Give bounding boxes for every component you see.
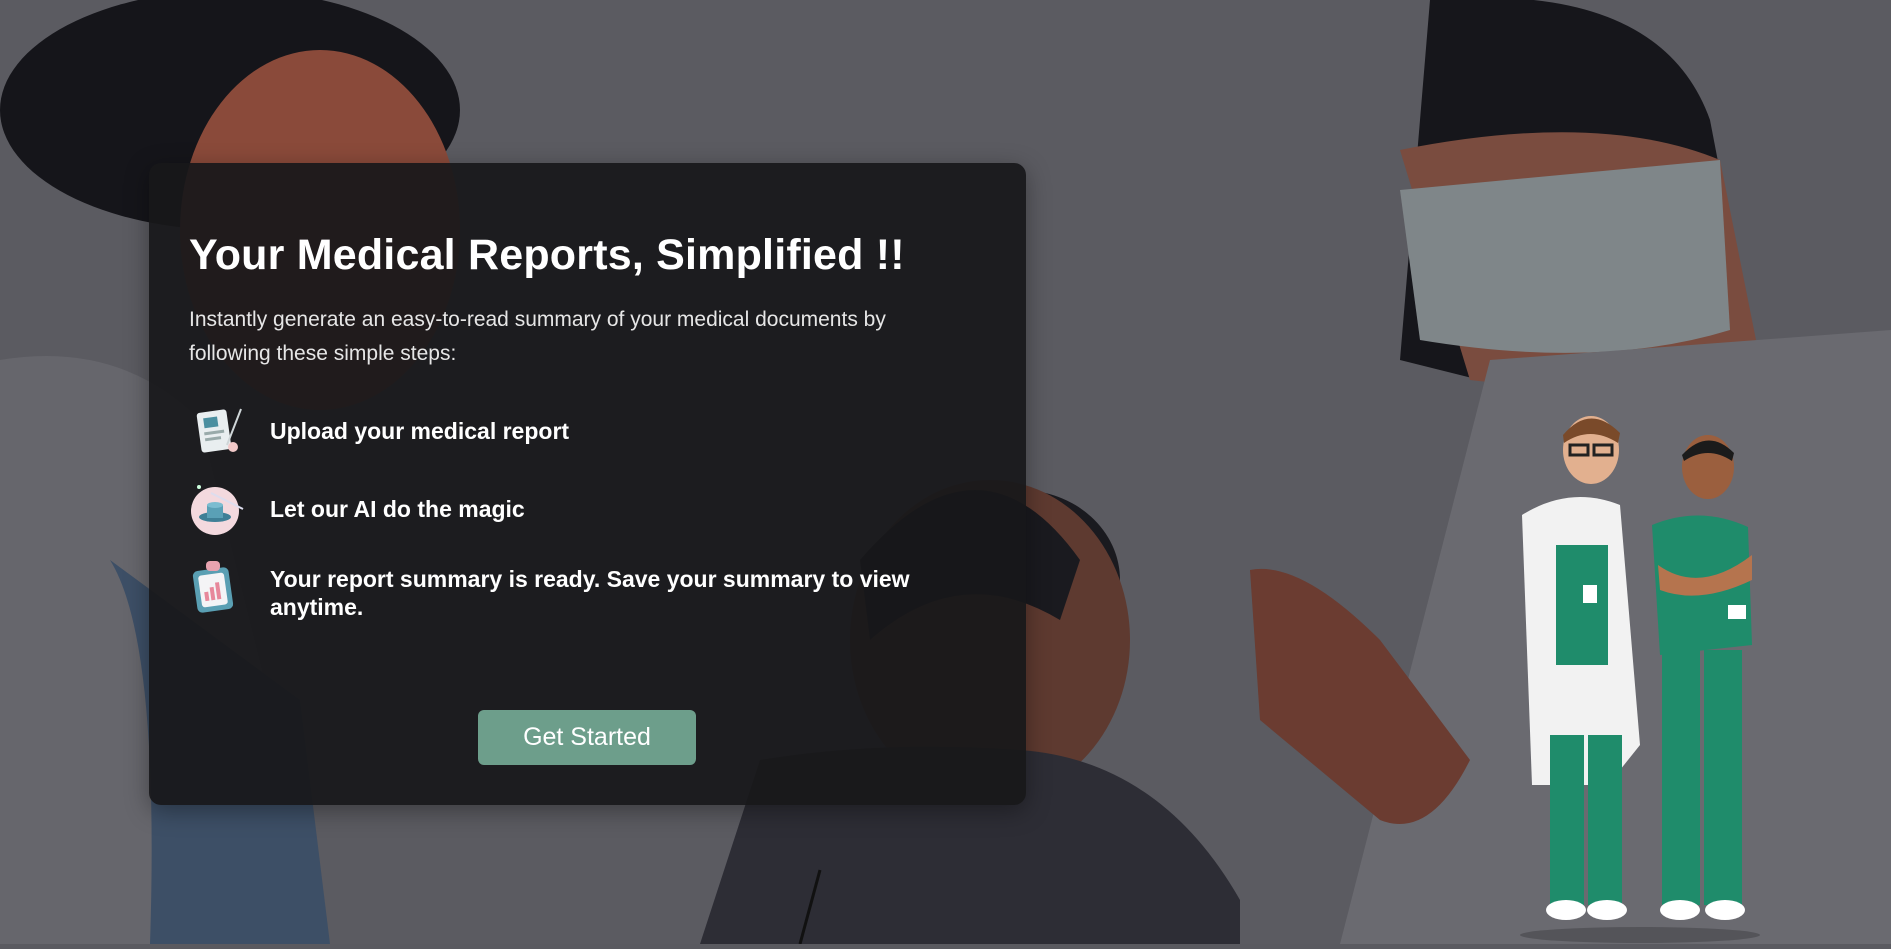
page-subtitle: Instantly generate an easy-to-read summa… (189, 308, 886, 365)
doctors-illustration (1490, 405, 1790, 944)
step-ai: Let our AI do the magic (189, 481, 989, 537)
step-label: Let our AI do the magic (270, 496, 525, 522)
magic-hat-icon (189, 481, 245, 537)
step-label: Upload your medical report (270, 418, 570, 444)
step-ready: Your report summary is ready. Save your … (189, 559, 989, 620)
step-label: Your report summary is ready. Save your … (270, 566, 910, 620)
report-icon (189, 403, 245, 459)
clipboard-chart-icon (189, 559, 245, 615)
step-upload: Upload your medical report (189, 403, 989, 459)
get-started-button[interactable]: Get Started (478, 710, 696, 765)
intro-card: Your Medical Reports, Simplified !! Inst… (149, 163, 1026, 805)
page-title: Your Medical Reports, Simplified !! (189, 231, 905, 279)
